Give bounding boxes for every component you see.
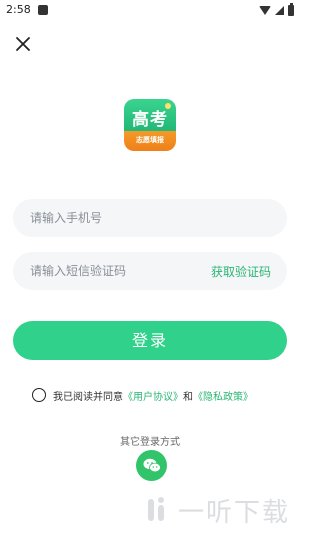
- agreement-row: 我已阅读并同意 《用户协议》 和 《隐私政策》: [32, 387, 253, 403]
- privacy-policy-link[interactable]: 《隐私政策》: [193, 388, 253, 403]
- agreement-prefix: 我已阅读并同意: [53, 391, 123, 403]
- other-login-label: 其它登录方式: [120, 437, 180, 448]
- wechat-icon: [143, 458, 161, 473]
- watermark: 一听下载: [146, 490, 290, 530]
- agreement-checkbox[interactable]: [32, 388, 46, 402]
- phone-field: [13, 199, 287, 237]
- sms-code-input[interactable]: [30, 252, 200, 290]
- signal-icon: [275, 5, 284, 15]
- watermark-text: 一听下载: [177, 497, 290, 528]
- battery-icon: [288, 2, 294, 16]
- phone-input[interactable]: [30, 199, 200, 237]
- get-code-button[interactable]: 获取验证码: [211, 263, 271, 280]
- app-logo: 高考 志愿填报: [124, 99, 176, 151]
- wifi-icon: [259, 5, 271, 15]
- status-icons: [259, 2, 294, 16]
- close-icon: [16, 37, 30, 51]
- logo-subtitle: 志愿填报: [136, 136, 164, 144]
- code-field: 获取验证码: [13, 252, 287, 290]
- wechat-login-button[interactable]: [136, 450, 167, 481]
- login-button[interactable]: 登录: [13, 321, 287, 360]
- status-time: 2:58: [6, 3, 31, 16]
- watermark-logo-icon: [147, 497, 164, 521]
- user-agreement-link[interactable]: 《用户协议》: [123, 388, 183, 403]
- logo-title: 高考: [132, 110, 168, 130]
- status-bar: 2:58: [0, 0, 300, 22]
- agreement-and: 和: [183, 391, 193, 403]
- close-button[interactable]: [12, 33, 34, 55]
- notification-icon: [38, 5, 48, 15]
